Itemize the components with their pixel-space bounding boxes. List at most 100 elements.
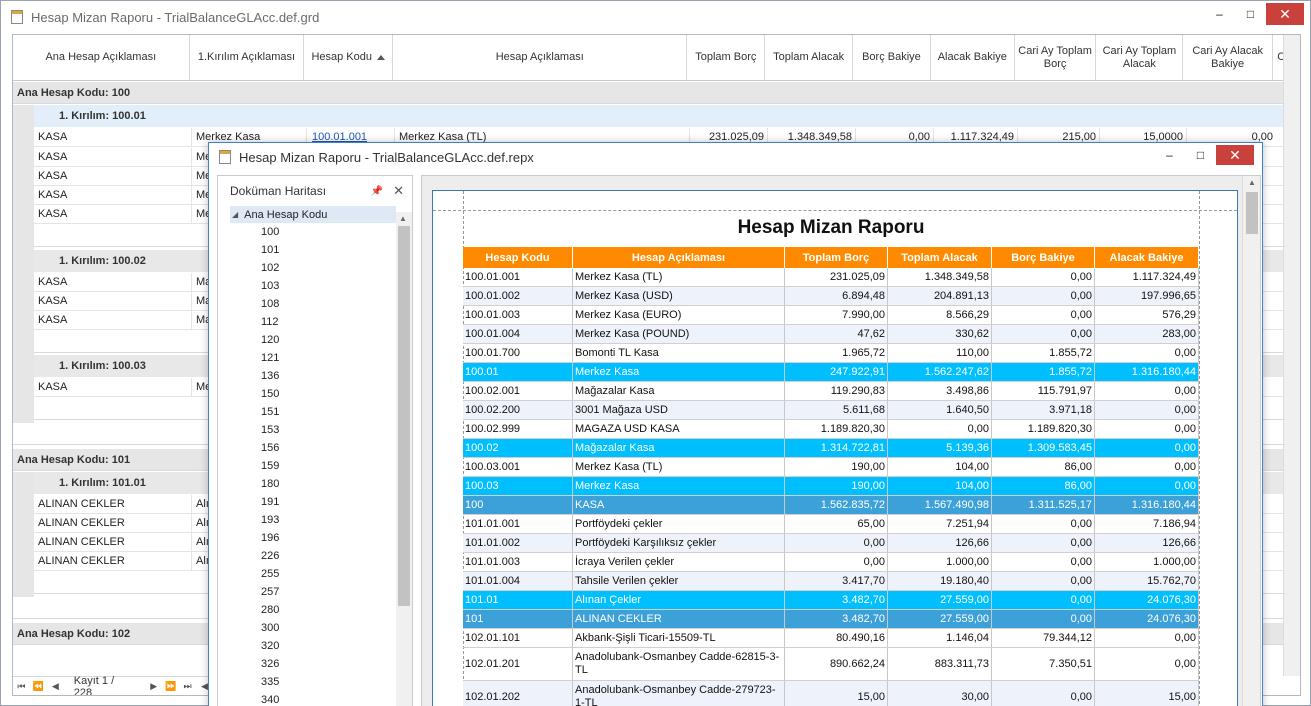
tree-item[interactable]: 196 [218, 529, 412, 547]
prev-page-icon[interactable]: ⏪ [30, 681, 47, 692]
tree-item[interactable]: 136 [218, 367, 412, 385]
tree-item[interactable]: 120 [218, 331, 412, 349]
report-window-title: Hesap Mizan Raporu - TrialBalanceGLAcc.d… [239, 149, 534, 165]
scroll-up-icon[interactable]: ▲ [399, 214, 407, 223]
report-cell: Mağazalar Kasa [573, 382, 785, 400]
report-cell: 101 [463, 610, 573, 628]
report-cell: 1.965,72 [785, 344, 888, 362]
report-window-titlebar: Hesap Mizan Raporu - TrialBalanceGLAcc.d… [209, 143, 1262, 171]
next-page-icon[interactable]: ⏩ [162, 681, 179, 692]
tree-item[interactable]: 180 [218, 475, 412, 493]
minimize-button[interactable]: – [1154, 145, 1185, 165]
subtotal-row: 100.02 Mağazalar Kasa 1.314.722,81 5.139,36… [463, 439, 1199, 458]
pin-icon[interactable]: 📌 [371, 186, 383, 197]
maximize-button[interactable]: □ [1185, 145, 1216, 165]
group-row-100[interactable]: Ana Hesap Kodu: 100 [13, 82, 1293, 104]
tree-item[interactable]: 335 [218, 673, 412, 691]
tree-item[interactable]: 340 [218, 691, 412, 706]
preview-scrollbar[interactable]: ▲ [1242, 176, 1260, 706]
column-header-borc-bakiye[interactable]: Borç Bakiye [853, 35, 931, 80]
report-cell: 101.01.002 [463, 534, 573, 552]
tree-item[interactable]: 300 [218, 619, 412, 637]
column-header-cari-ay-borc[interactable]: Cari Ay Toplam Borç [1015, 35, 1097, 80]
report-cell: 1.189.820,30 [992, 420, 1095, 438]
close-button[interactable]: ✕ [1216, 145, 1254, 165]
column-header-ana-hesap[interactable]: Ana Hesap Açıklaması [13, 35, 190, 80]
column-header-toplam-alacak[interactable]: Toplam Alacak [765, 35, 854, 80]
report-cell: 1.309.583,45 [992, 439, 1095, 457]
tree-item[interactable]: 191 [218, 493, 412, 511]
tree-item[interactable]: 257 [218, 583, 412, 601]
grid-vertical-scrollbar[interactable] [1283, 35, 1300, 676]
tree-item[interactable]: 156 [218, 439, 412, 457]
report-cell: 231.025,09 [785, 268, 888, 286]
tree-item[interactable]: 108 [218, 295, 412, 313]
tree-item[interactable]: 100 [218, 223, 412, 241]
tree-root-node[interactable]: ◢ Ana Hesap Kodu [230, 206, 396, 223]
group-indent [13, 105, 34, 250]
close-icon[interactable]: ✕ [393, 183, 404, 199]
collapse-triangle-icon[interactable]: ◢ [232, 210, 238, 219]
tree-item[interactable]: 255 [218, 565, 412, 583]
report-cell: 1.000,00 [888, 553, 992, 571]
tree-item[interactable]: 151 [218, 403, 412, 421]
tree-item[interactable]: 193 [218, 511, 412, 529]
report-cell: 1.562.247,62 [888, 363, 992, 381]
report-cell: 101.01.001 [463, 515, 573, 533]
report-cell: 0,00 [785, 553, 888, 571]
report-cell: 100.02.999 [463, 420, 573, 438]
maximize-button[interactable]: □ [1235, 3, 1266, 25]
first-record-icon[interactable]: ⏮ [13, 681, 30, 692]
close-button[interactable]: ✕ [1266, 3, 1304, 25]
column-header-cari-ay-alacak[interactable]: Cari Ay Toplam Alacak [1096, 35, 1184, 80]
tree-item[interactable]: 112 [218, 313, 412, 331]
column-header-alacak-bakiye[interactable]: Alacak Bakiye [931, 35, 1015, 80]
tree-item[interactable]: 103 [218, 277, 412, 295]
report-cell: 100 [463, 496, 573, 514]
column-header-cari-ay-alacak-bakiye[interactable]: Cari Ay Alacak Bakiye [1183, 35, 1274, 80]
report-cell: 247.922,91 [785, 363, 888, 381]
last-record-icon[interactable]: ⏭ [179, 681, 196, 692]
report-table-header: Hesap Kodu Hesap Açıklaması Toplam Borç … [463, 247, 1199, 268]
column-header-kirilim[interactable]: 1.Kırılım Açıklaması [190, 35, 305, 80]
tree-item[interactable]: 153 [218, 421, 412, 439]
report-cell: 0,00 [1095, 420, 1199, 438]
next-record-icon[interactable]: ▶ [145, 681, 162, 692]
tree-item[interactable]: 280 [218, 601, 412, 619]
report-cell: 204.891,13 [888, 287, 992, 305]
tree-item[interactable]: 226 [218, 547, 412, 565]
report-preview-window: Hesap Mizan Raporu - TrialBalanceGLAcc.d… [208, 142, 1263, 706]
report-cell: 126,66 [1095, 534, 1199, 552]
tree-item[interactable]: 101 [218, 241, 412, 259]
grid-header: Ana Hesap Açıklaması 1.Kırılım Açıklamas… [13, 35, 1300, 81]
header-hesap-kodu: Hesap Kodu [463, 247, 573, 268]
column-header-hesap-aciklamasi[interactable]: Hesap Açıklaması [393, 35, 688, 80]
report-row: 102.01.201 Anadolubank-Osmanbey Cadde-628… [463, 648, 1199, 681]
scroll-up-icon[interactable]: ▲ [1248, 178, 1256, 187]
group-row-100-01[interactable]: 1. Kırılım: 100.01 [34, 105, 1293, 127]
report-cell: 30,00 [888, 681, 992, 706]
tree-item[interactable]: 102 [218, 259, 412, 277]
report-cell: 0,00 [992, 268, 1095, 286]
minimize-button[interactable]: – [1204, 3, 1235, 25]
report-cell: 101.01 [463, 591, 573, 609]
report-cell: 7.186,94 [1095, 515, 1199, 533]
tree-item[interactable]: 320 [218, 637, 412, 655]
scroll-thumb[interactable] [398, 226, 410, 606]
report-cell: 1.314.722,81 [785, 439, 888, 457]
tree-item[interactable]: 150 [218, 385, 412, 403]
total-row: 101 ALINAN CEKLER 3.482,70 27.559,00 0,00 24.… [463, 610, 1199, 629]
tree-item[interactable]: 159 [218, 457, 412, 475]
subtotal-row: 101.01 Alınan Çekler 3.482,70 27.559,00 0,00… [463, 591, 1199, 610]
report-cell: 119.290,83 [785, 382, 888, 400]
document-map-scrollbar[interactable]: ▲ [396, 212, 412, 706]
report-cell: İcraya Verilen çekler [573, 553, 785, 571]
report-cell: 0,00 [888, 420, 992, 438]
prev-record-icon[interactable]: ◀ [47, 681, 64, 692]
scroll-thumb[interactable] [1246, 192, 1258, 234]
column-header-toplam-borc[interactable]: Toplam Borç [687, 35, 766, 80]
column-header-hesap-kodu[interactable]: Hesap Kodu [304, 35, 394, 80]
tree-item[interactable]: 121 [218, 349, 412, 367]
tree-item[interactable]: 326 [218, 655, 412, 673]
report-title: Hesap Mizan Raporu [737, 217, 925, 238]
